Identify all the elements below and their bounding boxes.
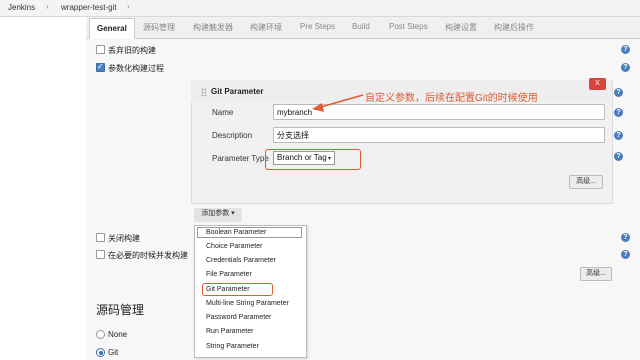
- breadcrumb-separator: ›: [127, 2, 130, 11]
- help-icon[interactable]: ?: [614, 88, 623, 97]
- chevron-down-icon: ▾: [231, 210, 235, 217]
- radio-git[interactable]: [96, 348, 105, 357]
- breadcrumb-jenkins[interactable]: Jenkins: [8, 3, 35, 12]
- breadcrumb-separator: ›: [46, 2, 49, 11]
- tab-pre-steps[interactable]: Pre Steps: [300, 22, 335, 31]
- breadcrumb-job[interactable]: wrapper-test-git: [61, 3, 117, 12]
- help-icon[interactable]: ?: [621, 233, 630, 242]
- name-label: Name: [212, 108, 234, 117]
- discard-old-builds-label: 丢弃旧的构建: [108, 46, 156, 55]
- help-icon[interactable]: ?: [614, 152, 623, 161]
- parameterized-label: 参数化构建过程: [108, 64, 164, 73]
- radio-git-label: Git: [108, 348, 119, 357]
- tab-environment[interactable]: 构建环境: [250, 22, 282, 33]
- help-icon[interactable]: ?: [621, 63, 630, 72]
- discard-old-builds-checkbox[interactable]: [96, 45, 105, 54]
- help-icon[interactable]: ?: [621, 250, 630, 259]
- annotation-text: 自定义参数，后续在配置Git的时候使用: [365, 93, 538, 104]
- left-gutter: [0, 17, 85, 360]
- menu-item-run[interactable]: Run Parameter: [206, 328, 253, 335]
- breadcrumb: Jenkins › wrapper-test-git ›: [0, 0, 640, 17]
- delete-parameter-button[interactable]: X: [589, 78, 606, 90]
- tab-build[interactable]: Build: [352, 22, 370, 31]
- radio-none-label: None: [108, 330, 128, 339]
- help-icon[interactable]: ?: [614, 108, 623, 117]
- menu-item-file[interactable]: File Parameter: [206, 271, 252, 278]
- add-parameter-label: 添加参数: [201, 210, 230, 217]
- menu-item-choice[interactable]: Choice Parameter: [206, 243, 262, 250]
- help-icon[interactable]: ?: [614, 131, 623, 140]
- help-icon[interactable]: ?: [621, 45, 630, 54]
- tab-post-build[interactable]: 构建后操作: [494, 22, 534, 33]
- advanced-button-2[interactable]: 高级...: [580, 267, 612, 281]
- description-input[interactable]: 分支选择: [273, 127, 605, 143]
- tab-triggers[interactable]: 构建触发器: [193, 22, 233, 33]
- parameterized-checkbox[interactable]: [96, 62, 105, 72]
- menu-item-string[interactable]: String Parameter: [206, 343, 259, 350]
- disable-build-checkbox[interactable]: [96, 233, 105, 242]
- highlight-box: [265, 149, 361, 170]
- radio-none[interactable]: [96, 330, 105, 339]
- tab-post-steps[interactable]: Post Steps: [389, 22, 428, 31]
- disable-build-label: 关闭构建: [108, 234, 140, 243]
- drag-handle-icon[interactable]: [201, 88, 206, 96]
- parameter-type-label: Parameter Type: [212, 154, 269, 163]
- concurrent-build-label: 在必要的时候并发构建: [108, 251, 188, 260]
- menu-item-boolean[interactable]: Boolean Parameter: [206, 229, 266, 236]
- advanced-button[interactable]: 高级...: [569, 175, 603, 189]
- tab-build-settings[interactable]: 构建设置: [445, 22, 477, 33]
- menu-item-password[interactable]: Password Parameter: [206, 314, 271, 321]
- tab-bar: General 源码管理 构建触发器 构建环境 Pre Steps Build …: [86, 17, 640, 39]
- annotation-arrow-icon: [312, 94, 364, 112]
- concurrent-build-checkbox[interactable]: [96, 250, 105, 259]
- add-parameter-button[interactable]: 添加参数 ▾: [194, 208, 242, 222]
- highlight-box: [202, 283, 273, 296]
- tab-source[interactable]: 源码管理: [143, 22, 175, 33]
- menu-item-multiline[interactable]: Multi-line String Parameter: [206, 300, 289, 307]
- source-section-title: 源码管理: [96, 303, 145, 317]
- description-label: Description: [212, 131, 253, 140]
- tab-general[interactable]: General: [89, 18, 135, 39]
- git-parameter-title: Git Parameter: [211, 87, 264, 96]
- menu-item-credentials[interactable]: Credentials Parameter: [206, 257, 276, 264]
